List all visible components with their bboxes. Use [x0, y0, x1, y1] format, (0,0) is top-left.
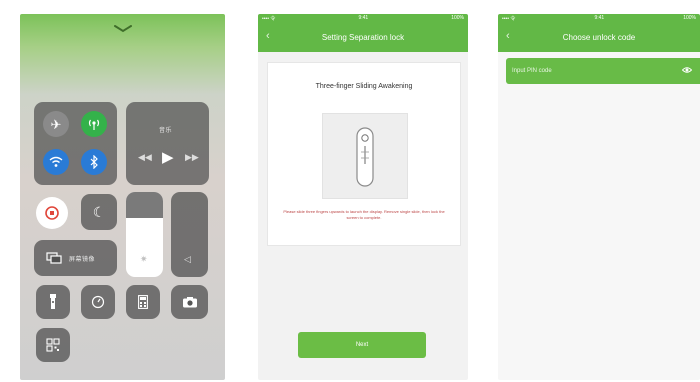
- orientation-lock-icon: [45, 206, 59, 220]
- cellular-antenna-icon: [88, 119, 100, 130]
- media-panel: 音乐 ◀◀ ▶ ▶▶: [126, 102, 209, 185]
- camera-icon: [182, 297, 197, 308]
- do-not-disturb-toggle[interactable]: ☾: [81, 194, 117, 230]
- card-heading: Three-finger Sliding Awakening: [315, 83, 413, 90]
- cellular-toggle[interactable]: [81, 111, 107, 137]
- bluetooth-toggle[interactable]: [81, 149, 107, 175]
- calculator-icon: [138, 295, 148, 309]
- camera-button[interactable]: [171, 285, 208, 319]
- next-track-icon[interactable]: ▶▶: [185, 152, 199, 163]
- device-illustration: [322, 113, 408, 199]
- flashlight-button[interactable]: [36, 285, 70, 319]
- timer-button[interactable]: [81, 285, 115, 319]
- speaker-icon: ◁: [184, 254, 191, 264]
- qr-code-icon: [46, 338, 60, 352]
- chevron-left-icon[interactable]: ‹: [266, 30, 270, 42]
- pin-input-row[interactable]: Input PIN code: [506, 58, 700, 84]
- time-label: 9:41: [358, 15, 369, 21]
- page-title: Choose unlock code: [562, 32, 636, 42]
- flashlight-icon: [50, 294, 56, 309]
- card-description: Please slide three fingers upwards to la…: [283, 209, 445, 220]
- carrier-label: •••• 令: [262, 15, 276, 22]
- control-center-screen: ✈ 音乐 ◀◀ ▶ ▶▶ ☾ ✷ ◁ 屏幕镜像: [20, 14, 225, 380]
- screen-mirroring-icon: [46, 252, 62, 264]
- screen-mirroring-button[interactable]: 屏幕镜像: [34, 240, 117, 276]
- orientation-lock-toggle[interactable]: [36, 197, 68, 229]
- status-bar: •••• 令 9:41 100%: [498, 14, 700, 22]
- battery-label: 100%: [683, 15, 696, 21]
- connectivity-panel: ✈: [34, 102, 117, 185]
- airplane-icon: ✈: [50, 116, 62, 132]
- timer-icon: [91, 295, 105, 309]
- moon-icon: ☾: [92, 203, 106, 220]
- separation-lock-screen: •••• 令 9:41 100% ‹ Setting Separation lo…: [258, 14, 468, 380]
- chevron-down-icon[interactable]: [112, 23, 134, 35]
- volume-slider[interactable]: ◁: [171, 192, 208, 277]
- next-button[interactable]: Next: [298, 332, 426, 358]
- wifi-toggle[interactable]: [43, 149, 69, 175]
- brightness-icon: ✷: [140, 254, 148, 264]
- qr-scanner-button[interactable]: [36, 328, 70, 362]
- time-label: 9:41: [594, 15, 605, 21]
- nav-bar: ‹ Choose unlock code: [498, 22, 700, 52]
- screen-mirroring-label: 屏幕镜像: [69, 256, 96, 263]
- wifi-icon: [49, 156, 63, 167]
- page-title: Setting Separation lock: [321, 32, 405, 42]
- previous-track-icon[interactable]: ◀◀: [138, 152, 152, 163]
- status-bar: •••• 令 9:41 100%: [258, 14, 468, 22]
- bluetooth-icon: [90, 155, 98, 169]
- nav-bar: ‹ Setting Separation lock: [258, 22, 468, 52]
- airplane-mode-toggle[interactable]: ✈: [43, 111, 69, 137]
- remote-device-icon: [356, 127, 374, 187]
- media-label: 音乐: [159, 128, 173, 134]
- chevron-left-icon[interactable]: ‹: [506, 30, 510, 42]
- brightness-slider[interactable]: ✷: [126, 192, 163, 277]
- battery-label: 100%: [451, 15, 464, 21]
- play-icon[interactable]: ▶: [162, 148, 174, 166]
- unlock-code-screen: •••• 令 9:41 100% ‹ Choose unlock code In…: [498, 14, 700, 380]
- eye-icon[interactable]: [682, 66, 692, 74]
- calculator-button[interactable]: [126, 285, 160, 319]
- instruction-card: Three-finger Sliding Awakening Please sl…: [267, 62, 461, 246]
- pin-input-label: Input PIN code: [512, 68, 552, 74]
- carrier-label: •••• 令: [502, 15, 516, 22]
